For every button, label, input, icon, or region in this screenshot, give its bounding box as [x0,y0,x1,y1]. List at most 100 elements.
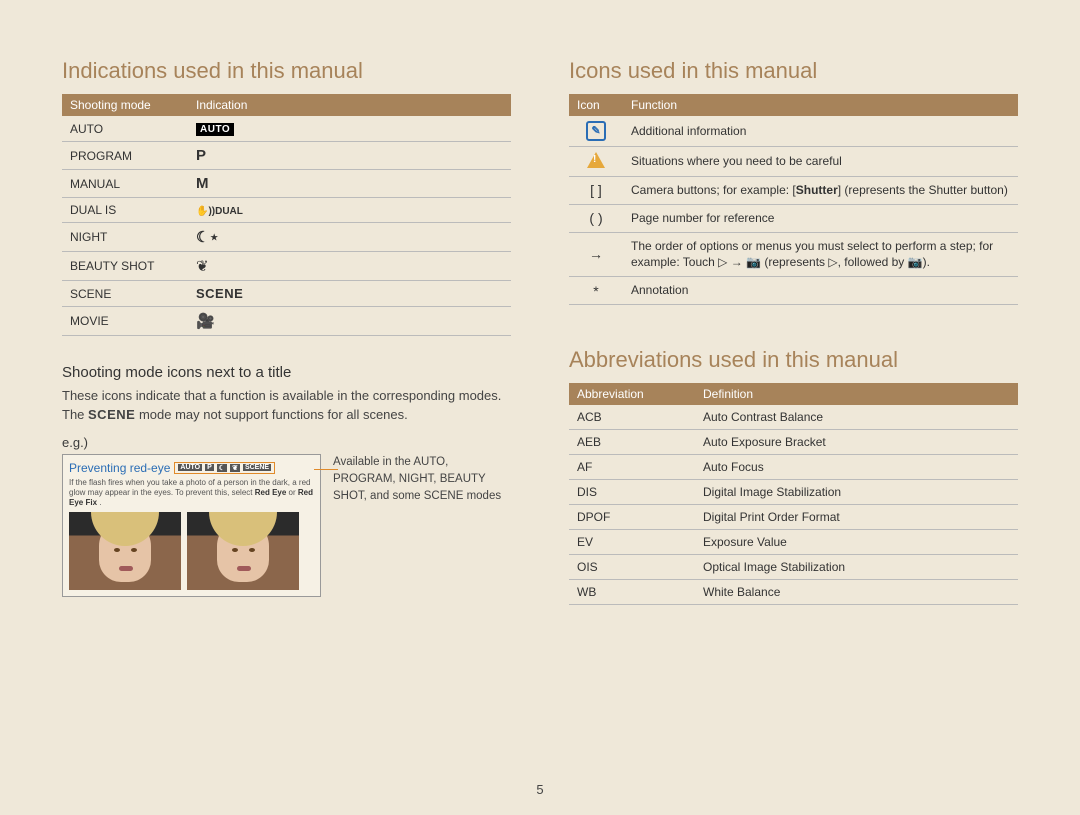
table-row: NIGHT ☾⋆ [62,223,511,252]
indication-cell: P [188,142,511,170]
abbr-cell: OIS [569,554,695,579]
abbrev-heading: Abbreviations used in this manual [569,347,1018,373]
function-cell: Camera buttons; for example: [Shutter] (… [623,177,1018,205]
example-mode-badges: AUTOP☾❦SCENE [174,462,275,474]
table-row: BEAUTY SHOT ❦ [62,252,511,281]
mode-cell: NIGHT [62,223,188,252]
table-row: ✎ Additional information [569,116,1018,147]
scene-inline-icon: SCENE [88,407,135,422]
mode-cell: PROGRAM [62,142,188,170]
icons-heading: Icons used in this manual [569,58,1018,84]
mode-badge: P [205,464,214,471]
def-cell: Auto Focus [695,454,1018,479]
indication-beauty-icon: ❦ [196,258,209,275]
table-row: OISOptical Image Stabilization [569,554,1018,579]
function-cell: The order of options or menus you must s… [623,232,1018,277]
table-row: AUTO AUTO [62,116,511,142]
icons-table: Icon Function ✎ Additional informationSit… [569,94,1018,305]
mode-cell: AUTO [62,116,188,142]
page-number: 5 [0,782,1080,797]
abbr-cell: AEB [569,429,695,454]
indication-cell: AUTO [188,116,511,142]
function-cell: Additional information [623,116,1018,147]
icon-cell: → [569,232,623,277]
icon-cell: ( ) [569,204,623,232]
table-row: SCENE SCENE [62,281,511,307]
indication-night-icon: ☾⋆ [196,229,219,246]
indications-heading: Indications used in this manual [62,58,511,84]
table-row: PROGRAM P [62,142,511,170]
indication-P-icon: P [196,147,206,164]
mode-cell: MOVIE [62,307,188,336]
body-post: mode may not support functions for all s… [139,407,408,422]
indication-cell: ✋))DUAL [188,198,511,223]
example-box: Preventing red-eye AUTOP☾❦SCENE If the f… [62,454,321,597]
table-row: DISDigital Image Stabilization [569,479,1018,504]
abbrev-th-abbr: Abbreviation [569,383,695,405]
table-row: →The order of options or menus you must … [569,232,1018,277]
mode-badge: ❦ [230,464,240,472]
right-column: Icons used in this manual Icon Function … [569,58,1018,815]
table-row: MANUAL M [62,170,511,198]
eg-label: e.g.) [62,435,511,450]
indication-cell: SCENE [188,281,511,307]
indications-th-mode: Shooting mode [62,94,188,116]
example-wrap: Preventing red-eye AUTOP☾❦SCENE If the f… [62,454,511,597]
example-callout-text: Available in the AUTO, PROGRAM, NIGHT, B… [333,454,511,597]
example-face-2 [187,512,299,590]
shooting-mode-body: These icons indicate that a function is … [62,387,511,425]
table-row: ( )Page number for reference [569,204,1018,232]
warning-icon [587,152,605,168]
def-cell: Digital Image Stabilization [695,479,1018,504]
table-row: EVExposure Value [569,529,1018,554]
table-row: ACBAuto Contrast Balance [569,405,1018,430]
table-row: Situations where you need to be careful [569,147,1018,177]
function-cell: Page number for reference [623,204,1018,232]
indication-scene-icon: SCENE [196,286,243,301]
example-title-row: Preventing red-eye AUTOP☾❦SCENE [69,461,314,475]
indications-table: Shooting mode Indication AUTOAUTOPROGRAM… [62,94,511,336]
icon-cell: ✎ [569,116,623,147]
manual-page: Indications used in this manual Shooting… [0,0,1080,815]
indication-cell: ❦ [188,252,511,281]
table-row: WBWhite Balance [569,579,1018,604]
table-row: AFAuto Focus [569,454,1018,479]
abbr-cell: EV [569,529,695,554]
indication-auto-icon: AUTO [196,123,234,136]
icons-th-func: Function [623,94,1018,116]
function-cell: Situations where you need to be careful [623,147,1018,177]
indication-cell: M [188,170,511,198]
abbr-cell: DIS [569,479,695,504]
function-cell: Annotation [623,277,1018,305]
def-cell: Exposure Value [695,529,1018,554]
indication-M-icon: M [196,175,209,192]
table-row: DUAL IS✋))DUAL [62,198,511,223]
example-title: Preventing red-eye [69,461,170,475]
mode-cell: SCENE [62,281,188,307]
indication-cell: 🎥 [188,307,511,336]
shooting-mode-sub-heading: Shooting mode icons next to a title [62,364,511,381]
table-row: DPOFDigital Print Order Format [569,504,1018,529]
left-column: Indications used in this manual Shooting… [62,58,511,815]
abbr-cell: WB [569,579,695,604]
mode-cell: BEAUTY SHOT [62,252,188,281]
indication-movie-icon: 🎥 [196,313,215,330]
mode-cell: MANUAL [62,170,188,198]
mode-badge: AUTO [178,464,202,471]
def-cell: Optical Image Stabilization [695,554,1018,579]
table-row: MOVIE 🎥 [62,307,511,336]
table-row: AEBAuto Exposure Bracket [569,429,1018,454]
table-row: [ ]Camera buttons; for example: [Shutter… [569,177,1018,205]
indication-dual-icon: ✋))DUAL [196,206,243,217]
def-cell: Auto Exposure Bracket [695,429,1018,454]
note-icon: ✎ [586,121,606,141]
mode-badge: ☾ [217,464,227,472]
abbr-cell: ACB [569,405,695,430]
abbrev-th-def: Definition [695,383,1018,405]
table-row: *Annotation [569,277,1018,305]
icon-cell [569,147,623,177]
icon-cell: [ ] [569,177,623,205]
icons-th-icon: Icon [569,94,623,116]
abbr-cell: AF [569,454,695,479]
mode-badge: SCENE [243,464,271,471]
